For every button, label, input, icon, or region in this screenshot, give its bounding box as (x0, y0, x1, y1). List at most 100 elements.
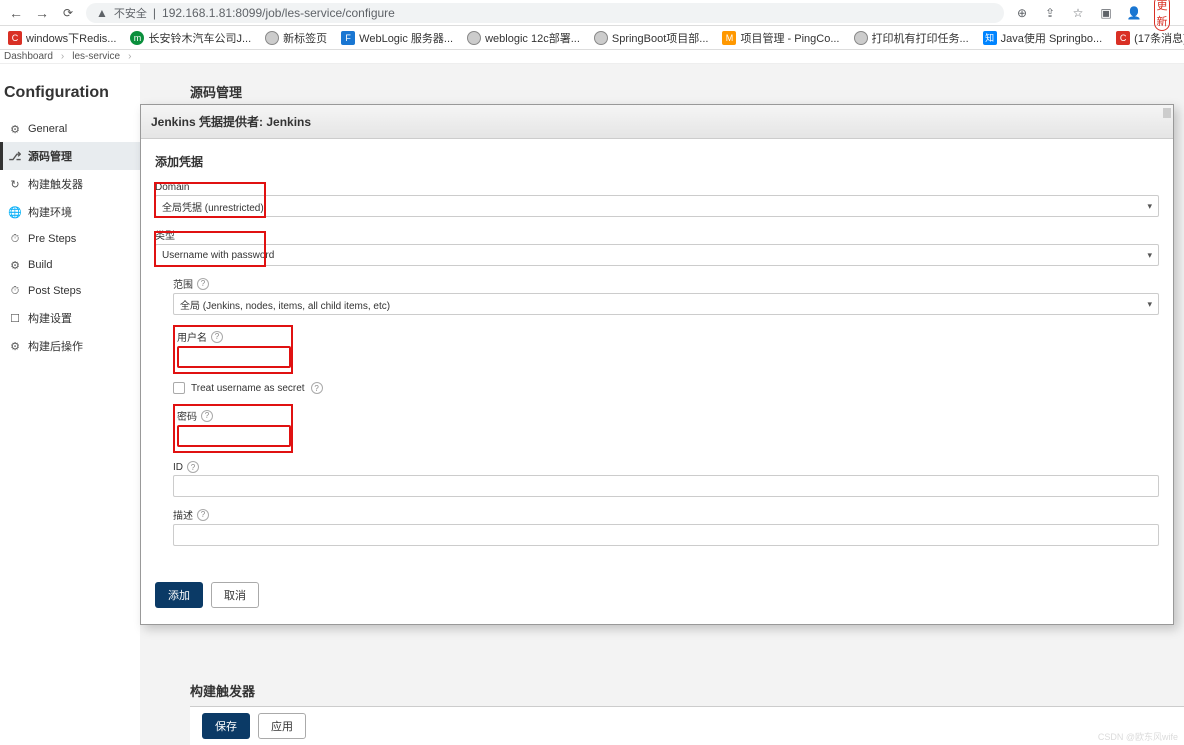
treat-secret-checkbox[interactable]: Treat username as secret ? (173, 382, 1159, 394)
bookmark-item[interactable]: M 项目管理 - PingCo... (722, 30, 839, 46)
breadcrumb-item[interactable]: Dashboard (4, 51, 53, 62)
scope-value: 全局 (Jenkins, nodes, items, all child ite… (180, 297, 390, 312)
sidebar-item-源码管理[interactable]: ⎇源码管理 (0, 142, 140, 170)
username-field[interactable] (177, 346, 291, 368)
help-icon[interactable]: ? (197, 278, 209, 290)
help-icon[interactable]: ? (311, 382, 323, 394)
sidebar-item-post-steps[interactable]: ⏱Post Steps (0, 278, 140, 304)
id-field[interactable] (173, 475, 1159, 497)
help-icon[interactable]: ? (201, 410, 213, 422)
credential-fields: 范围? 全局 (Jenkins, nodes, items, all child… (155, 276, 1159, 546)
sidebar-item-build[interactable]: ⚙ Build (0, 252, 140, 278)
bookmark-item[interactable]: SpringBoot项目部... (594, 30, 709, 46)
bookmark-item[interactable]: weblogic 12c部署... (467, 30, 580, 46)
url-bar[interactable]: ▲ 不安全 | 192.168.1.81:8099/job/les-servic… (86, 3, 1004, 23)
sidebar-item-general[interactable]: ⚙ General (0, 116, 140, 142)
bookmark-label: Java使用 Springbo... (1001, 30, 1103, 46)
kind-select[interactable]: Username with password ▾ (155, 244, 1159, 266)
bookmark-label: WebLogic 服务器... (359, 30, 453, 46)
bookmark-label: weblogic 12c部署... (485, 30, 580, 46)
apply-button[interactable]: 应用 (258, 713, 306, 739)
sidebar-icon: ⚙ (8, 122, 22, 136)
kind-block: 类型 Username with password ▾ (155, 227, 1159, 266)
sidebar-item-label: 构建触发器 (28, 176, 83, 192)
zoom-icon[interactable]: ⊕ (1014, 6, 1030, 20)
bookmark-icon: M (722, 31, 736, 45)
sidebar-item-label: Pre Steps (28, 233, 76, 245)
bookmark-icon (594, 31, 608, 45)
domain-value: 全局凭据 (unrestricted) (162, 199, 264, 214)
modal-footer: 添加 取消 (141, 576, 1173, 624)
breadcrumb-sep: › (128, 51, 131, 62)
bookmark-label: (17条消息) webso... (1134, 30, 1184, 46)
treat-secret-label: Treat username as secret (191, 383, 305, 394)
password-field[interactable] (177, 425, 291, 447)
reload-icon[interactable]: ⟳ (60, 5, 76, 21)
help-icon[interactable]: ? (211, 331, 223, 343)
back-icon[interactable]: ← (8, 5, 24, 21)
sidebar: Configuration ⚙General⎇源码管理↻构建触发器🌐构建环境⏱P… (0, 64, 140, 745)
domain-select[interactable]: 全局凭据 (unrestricted) ▾ (155, 195, 1159, 217)
sidebar-icon: ⏱ (8, 232, 22, 246)
desc-field[interactable] (173, 524, 1159, 546)
kind-value: Username with password (162, 250, 274, 261)
browser-toolbar: ← → ⟳ ▲ 不安全 | 192.168.1.81:8099/job/les-… (0, 0, 1184, 26)
modal-title: Jenkins 凭据提供者: Jenkins (151, 115, 311, 129)
save-button[interactable]: 保存 (202, 713, 250, 739)
update-button[interactable]: 更新 (1154, 0, 1170, 31)
chevron-down-icon: ▾ (1147, 299, 1152, 310)
username-block: 用户名? (173, 325, 1159, 372)
breadcrumb-item[interactable]: les-service (72, 51, 120, 62)
panel-icon[interactable]: ▣ (1098, 6, 1114, 20)
url-sep: | (153, 6, 156, 20)
sidebar-item-label: General (28, 123, 67, 135)
sidebar-item-label: Build (28, 259, 52, 271)
password-field-full[interactable] (173, 429, 1159, 451)
sidebar-item-构建设置[interactable]: ☐构建设置 (0, 304, 140, 332)
sidebar-item-label: Post Steps (28, 285, 81, 297)
add-button[interactable]: 添加 (155, 582, 203, 608)
modal-subtitle: 添加凭据 (155, 153, 1159, 170)
page-title: Configuration (0, 84, 140, 116)
username-field-full[interactable] (173, 350, 1159, 372)
bookmark-icon: F (341, 31, 355, 45)
scope-select[interactable]: 全局 (Jenkins, nodes, items, all child ite… (173, 293, 1159, 315)
breadcrumb: Dashboard›les-service› (0, 50, 1184, 64)
bookmark-item[interactable]: C(17条消息) webso... (1116, 30, 1184, 46)
bookmark-item[interactable]: m长安铃木汽车公司J... (130, 30, 251, 46)
bookmark-item[interactable]: 打印机有打印任务... (854, 30, 969, 46)
star-icon[interactable]: ☆ (1070, 6, 1086, 20)
sidebar-item-label: 构建环境 (28, 204, 72, 220)
browser-actions: ⊕ ⇪ ☆ ▣ 👤 更新 (1014, 0, 1176, 31)
cancel-button[interactable]: 取消 (211, 582, 259, 608)
chevron-down-icon: ▾ (1147, 201, 1152, 212)
sidebar-item-构建环境[interactable]: 🌐构建环境 (0, 198, 140, 226)
sidebar-item-pre-steps[interactable]: ⏱ Pre Steps (0, 226, 140, 252)
bookmark-icon: C (8, 31, 22, 45)
help-icon[interactable]: ? (187, 461, 199, 473)
password-label: 密码? (177, 408, 289, 423)
sidebar-item-构建触发器[interactable]: ↻ 构建触发器 (0, 170, 140, 198)
bookmark-item[interactable]: 知Java使用 Springbo... (983, 30, 1103, 46)
bookmark-item[interactable]: 新标签页 (265, 30, 327, 46)
bookmark-item[interactable]: Cwindows下Redis... (8, 30, 116, 46)
profile-icon[interactable]: 👤 (1126, 6, 1142, 20)
checkbox-icon (173, 382, 185, 394)
sidebar-item-label: 源码管理 (28, 148, 72, 164)
sidebar-item-构建后操作[interactable]: ⚙构建后操作 (0, 332, 140, 360)
bookmark-label: windows下Redis... (26, 30, 116, 46)
scrollbar-thumb[interactable] (1163, 108, 1171, 118)
credentials-modal: Jenkins 凭据提供者: Jenkins 添加凭据 Domain 全局凭据 … (140, 104, 1174, 625)
username-label: 用户名? (177, 329, 289, 344)
insecure-label: 不安全 (114, 5, 147, 21)
bookmark-item[interactable]: F WebLogic 服务器... (341, 30, 453, 46)
trigger-heading: 构建触发器 (190, 681, 1184, 700)
sidebar-icon: ⚙ (8, 258, 22, 272)
bookmark-label: 项目管理 - PingCo... (740, 30, 839, 46)
bookmarks-bar: Cwindows下Redis... m长安铃木汽车公司J... 新标签页 F WebLo… (0, 26, 1184, 50)
main-content: 源码管理 无 Jenkins 凭据提供者: Jenkins 添加凭据 Domai… (140, 64, 1184, 745)
sidebar-icon: ↻ (8, 177, 22, 191)
forward-icon[interactable]: → (34, 5, 50, 21)
help-icon[interactable]: ? (197, 509, 209, 521)
share-icon[interactable]: ⇪ (1042, 6, 1058, 20)
